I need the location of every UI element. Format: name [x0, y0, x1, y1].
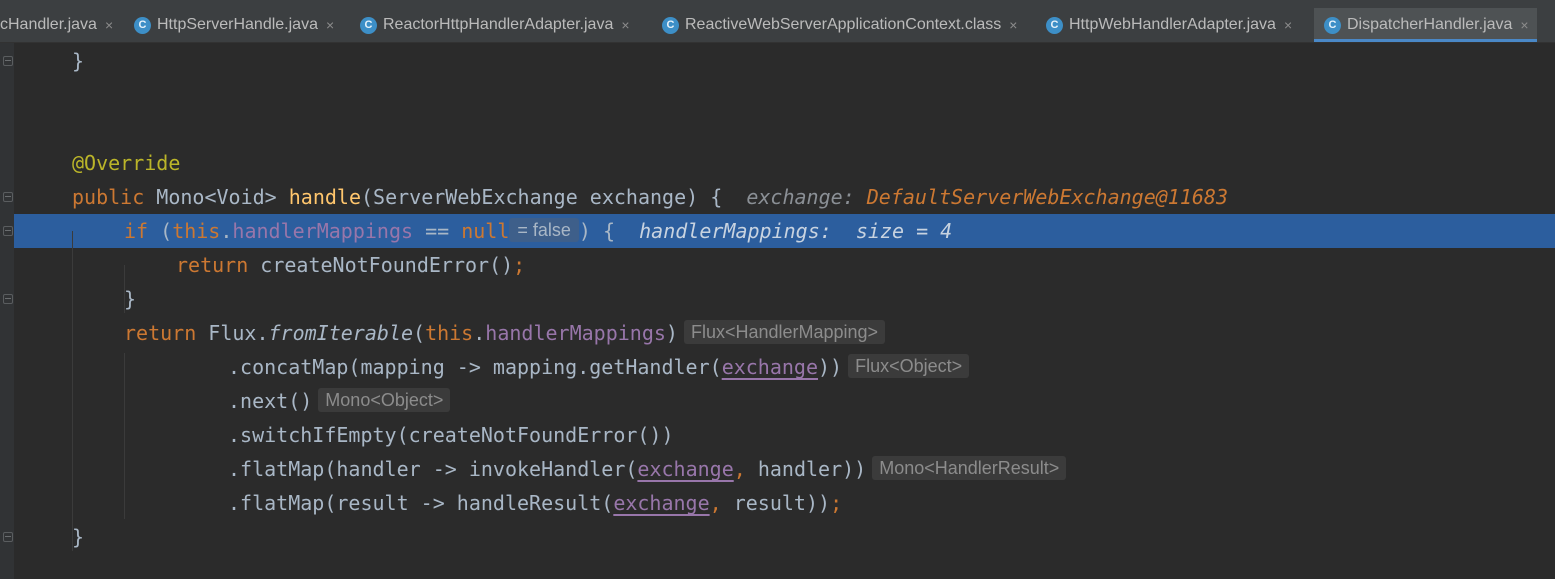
tab-label: HttpServerHandle.java: [157, 16, 318, 33]
close-icon[interactable]: ×: [1284, 17, 1292, 33]
java-class-icon: C: [1046, 16, 1063, 34]
debug-value: size = 4: [855, 219, 953, 243]
fold-marker-icon[interactable]: [3, 192, 13, 202]
indent-guide: [124, 353, 125, 519]
java-class-icon: C: [1324, 16, 1341, 34]
code-line-if: if (this.handlerMappings == null = false)…: [124, 218, 953, 243]
debug-value-label: exchange:: [746, 185, 855, 209]
inline-eval-hint: = false: [509, 218, 579, 242]
close-icon[interactable]: ×: [326, 17, 334, 33]
java-class-icon: C: [662, 16, 679, 34]
code-line-override: @Override: [72, 151, 181, 175]
code-line-method-signature: public Mono<Void> handle(ServerWebExchan…: [72, 185, 1228, 209]
tab-reactor-http-handler-adapter[interactable]: C ReactorHttpHandlerAdapter.java ×: [360, 8, 630, 42]
java-class-icon: C: [134, 16, 151, 34]
indent-guide: [72, 231, 73, 551]
code-line-if-close: }: [124, 287, 137, 311]
java-class-icon: C: [360, 16, 377, 34]
fold-marker-icon[interactable]: [3, 294, 13, 304]
tab-label: ReactorHttpHandlerAdapter.java: [383, 16, 614, 33]
code-line-next: .next() Mono<Object>: [228, 384, 451, 418]
tab-label: cHandler.java: [0, 16, 97, 33]
type-hint: Flux<HandlerMapping>: [683, 320, 886, 344]
fold-marker-icon[interactable]: [3, 532, 13, 542]
code-line-1: }: [72, 49, 85, 73]
debug-value: DefaultServerWebExchange@11683: [866, 185, 1228, 209]
tab-chandler[interactable]: cHandler.java ×: [0, 8, 113, 42]
code-editor[interactable]: } @Override public Mono<Void> handle(Ser…: [0, 43, 1555, 579]
debug-value-label: handlerMappings:: [639, 219, 832, 243]
close-icon[interactable]: ×: [1520, 17, 1528, 33]
tab-http-server-handle[interactable]: C HttpServerHandle.java ×: [134, 8, 334, 42]
fold-marker-icon[interactable]: [3, 56, 13, 66]
editor-gutter[interactable]: [0, 43, 14, 579]
code-line-return-flux: return Flux.fromIterable(this.handlerMap…: [124, 316, 886, 350]
code-line-concatmap: .concatMap(mapping -> mapping.getHandler…: [228, 350, 970, 384]
tab-dispatcher-handler[interactable]: C DispatcherHandler.java ×: [1314, 8, 1537, 42]
active-tab-indicator: [1314, 39, 1537, 42]
type-hint: Flux<Object>: [848, 354, 970, 378]
type-hint: Mono<Object>: [318, 388, 451, 412]
tab-label: ReactiveWebServerApplicationContext.clas…: [685, 16, 1002, 33]
close-icon[interactable]: ×: [1009, 17, 1017, 33]
editor-tab-bar: cHandler.java × C HttpServerHandle.java …: [0, 8, 1555, 43]
tab-label: DispatcherHandler.java: [1347, 16, 1513, 33]
code-line-switch-if-empty: .switchIfEmpty(createNotFoundError()): [228, 423, 674, 447]
code-line-flatmap-result: .flatMap(result -> handleResult(exchange…: [228, 491, 843, 515]
type-hint: Mono<HandlerResult>: [872, 456, 1067, 480]
code-line-flatmap-handler: .flatMap(handler -> invokeHandler(exchan…: [228, 452, 1067, 486]
tab-reactive-web-server-app-context[interactable]: C ReactiveWebServerApplicationContext.cl…: [662, 8, 1017, 42]
fold-marker-icon[interactable]: [3, 226, 13, 236]
close-icon[interactable]: ×: [105, 17, 113, 33]
code-line-method-close: }: [72, 525, 85, 549]
tab-label: HttpWebHandlerAdapter.java: [1069, 16, 1276, 33]
toolbar-strip: [0, 0, 1555, 8]
tab-http-web-handler-adapter[interactable]: C HttpWebHandlerAdapter.java ×: [1046, 8, 1292, 42]
close-icon[interactable]: ×: [621, 17, 629, 33]
code-line-return-not-found: return createNotFoundError();: [176, 253, 526, 277]
